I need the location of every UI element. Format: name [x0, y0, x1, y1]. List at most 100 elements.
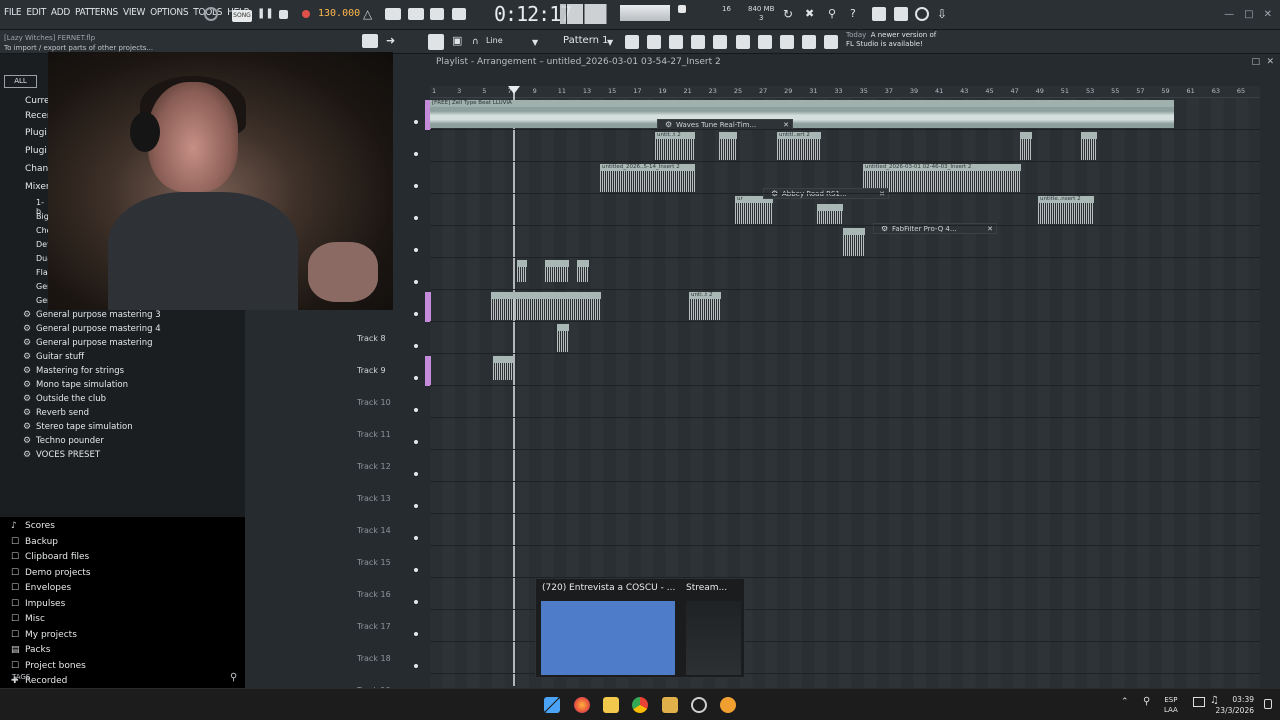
play-icon[interactable]: ❚❚: [257, 7, 274, 21]
browser-folder[interactable]: ☐ Backup: [0, 535, 245, 551]
pattern-select[interactable]: Pattern 1: [563, 35, 609, 46]
track-mute-dot[interactable]: [414, 632, 418, 636]
stop-icon[interactable]: [279, 10, 288, 19]
playlist-maximize-icon[interactable]: □: [1251, 57, 1260, 67]
browser-partial-item[interactable]: Mixer: [25, 182, 50, 192]
track-header[interactable]: Track 13: [355, 482, 425, 514]
channel-rack-icon[interactable]: [669, 35, 683, 49]
browser-item[interactable]: General purpose mastering 3: [0, 308, 245, 322]
track-mute-dot[interactable]: [414, 472, 418, 476]
track-header[interactable]: Track 9: [355, 354, 431, 386]
wait-icon[interactable]: [385, 8, 401, 20]
scroll-icon[interactable]: [802, 35, 816, 49]
step-edit-icon[interactable]: [430, 8, 444, 20]
menu-add[interactable]: ADD: [51, 7, 70, 18]
stamp-icon[interactable]: ▣: [452, 34, 466, 48]
track-mute-dot[interactable]: [414, 504, 418, 508]
track-mute-dot[interactable]: [414, 280, 418, 284]
browser-folder[interactable]: ☐ Demo projects: [0, 566, 245, 582]
fl-studio-icon[interactable]: [720, 697, 736, 713]
preview-tab-title[interactable]: (720) Entrevista a COSCU - ...: [542, 583, 675, 593]
browser-folder[interactable]: ♪ Scores: [0, 519, 245, 535]
record-icon[interactable]: [302, 10, 310, 18]
audio-clip[interactable]: ur: [735, 196, 773, 224]
timeline-ruler[interactable]: 1 3 5 7 9 11 13 15 17 19 21 23 25 27 29 31 33 35 37 39 41 43 4…: [430, 86, 1260, 98]
system-clock[interactable]: 03:39 23/3/2026: [1216, 694, 1254, 716]
track-mute-dot[interactable]: [414, 664, 418, 668]
pattern-arrow-icon[interactable]: ▼: [607, 36, 621, 50]
help-icon[interactable]: ?: [850, 7, 864, 21]
menu-file[interactable]: FILE: [4, 7, 22, 18]
microphone-icon[interactable]: ⚲: [1143, 696, 1150, 707]
undo-icon[interactable]: ↻: [783, 7, 797, 21]
browser-item[interactable]: General purpose mastering 4: [0, 322, 245, 336]
maximize-icon[interactable]: □: [1244, 9, 1253, 20]
track-header[interactable]: Track 15: [355, 546, 425, 578]
piano-roll-icon[interactable]: [647, 35, 661, 49]
menu-options[interactable]: OPTIONS: [150, 7, 188, 18]
track-mute-dot[interactable]: [414, 312, 418, 316]
track-mute-dot[interactable]: [414, 536, 418, 540]
microphone-icon[interactable]: ⚲: [828, 7, 842, 21]
windows-start-icon[interactable]: [544, 697, 560, 713]
mixer-icon[interactable]: [691, 35, 705, 49]
plugin-icon[interactable]: [758, 35, 772, 49]
browser-item[interactable]: Reverb send: [0, 406, 245, 420]
browser-partial-item[interactable]: Curre: [25, 96, 50, 106]
browser-folder[interactable]: ☐ Clipboard files: [0, 550, 245, 566]
track-header[interactable]: Track 18: [355, 642, 425, 674]
audio-clip[interactable]: [557, 324, 569, 352]
language-indicator[interactable]: ESP LAA: [1164, 695, 1178, 715]
close-icon[interactable]: ✕: [879, 189, 885, 199]
network-icon[interactable]: [1193, 697, 1205, 707]
playhead[interactable]: [513, 86, 515, 686]
track-mute-dot[interactable]: [414, 408, 418, 412]
audio-clip[interactable]: [FREE] Zell Type Beat LLUVIA: [430, 100, 1174, 128]
browser-folder[interactable]: ☐ Misc: [0, 612, 245, 628]
track-header[interactable]: Track 10: [355, 386, 425, 418]
audio-clip[interactable]: [517, 260, 527, 282]
track-mute-dot[interactable]: [414, 216, 418, 220]
track-mute-dot[interactable]: [414, 440, 418, 444]
chevron-down-icon[interactable]: ▼: [532, 36, 546, 50]
track-header[interactable]: Track 17: [355, 610, 425, 642]
news-icon[interactable]: [824, 35, 838, 49]
download-icon[interactable]: ⇩: [937, 7, 951, 21]
track-header[interactable]: Track 8: [355, 322, 425, 354]
close-icon[interactable]: ✕: [1264, 9, 1272, 20]
magnet-icon[interactable]: ∩: [472, 35, 486, 49]
track-mute-dot[interactable]: [414, 376, 418, 380]
track-mute-dot[interactable]: [414, 184, 418, 188]
browser-partial-item[interactable]: Plugi: [25, 146, 47, 156]
pencil-icon[interactable]: [428, 34, 444, 50]
menu-edit[interactable]: EDIT: [26, 7, 46, 18]
browser-partial-item[interactable]: Big: [36, 212, 49, 221]
track-header[interactable]: Track 16: [355, 578, 425, 610]
browser-folder[interactable]: ☐ Project bones: [0, 659, 245, 675]
news-panel[interactable]: Today A newer version of FL Studio is av…: [846, 31, 936, 49]
firefox-icon[interactable]: [574, 697, 590, 713]
playhead-marker[interactable]: [508, 86, 520, 94]
search-icon[interactable]: ⚲: [230, 672, 237, 683]
playlist-close-icon[interactable]: ✕: [1266, 57, 1274, 67]
browser-folder[interactable]: ▤ Packs: [0, 643, 245, 659]
audio-clip[interactable]: untit..t 2: [655, 132, 695, 160]
cut-icon[interactable]: ✖: [805, 7, 819, 21]
track-mute-dot[interactable]: [414, 120, 418, 124]
preview-thumbnail[interactable]: [541, 601, 675, 675]
playlist-icon[interactable]: [625, 35, 639, 49]
notification-icon[interactable]: [1264, 699, 1272, 709]
track-mute-dot[interactable]: [414, 152, 418, 156]
audio-clip[interactable]: [817, 204, 843, 224]
fl-studio-icon[interactable]: [662, 697, 678, 713]
browser-item[interactable]: Mono tape simulation: [0, 378, 245, 392]
track-mute-dot[interactable]: [414, 600, 418, 604]
preview-tab-title[interactable]: Stream...: [686, 583, 727, 593]
preview-thumbnail[interactable]: [686, 601, 741, 675]
browser-folder[interactable]: ☐ Impulses: [0, 597, 245, 613]
track-mute-dot[interactable]: [414, 568, 418, 572]
menu-patterns[interactable]: PATTERNS: [75, 7, 118, 18]
settings-icon[interactable]: [691, 697, 707, 713]
audio-clip[interactable]: [577, 260, 589, 282]
audio-clip[interactable]: untitled_2026..5-14_Insert 2: [600, 164, 695, 192]
